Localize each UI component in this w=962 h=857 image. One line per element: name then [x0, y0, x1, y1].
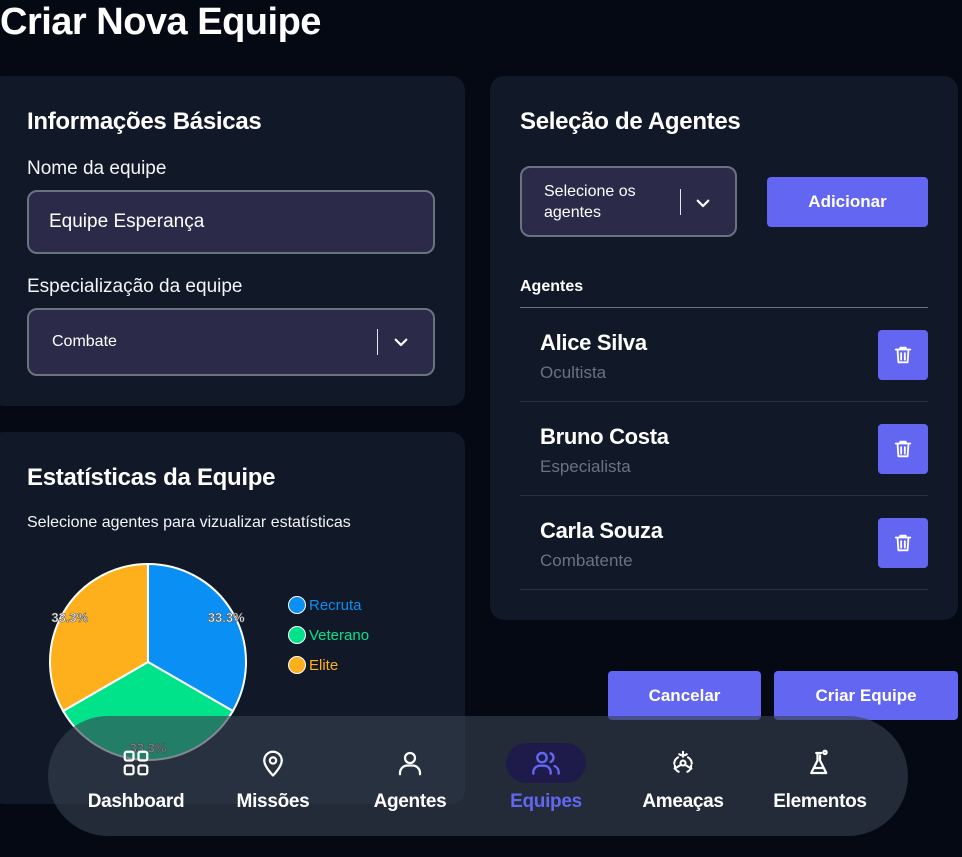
agents-selection-card: Seleção de Agentes Selecione os agentes …: [490, 76, 958, 620]
flask-icon: [810, 749, 828, 775]
agent-name: Bruno Costa: [540, 424, 669, 449]
chevron-down-icon: [394, 338, 408, 347]
nav-label: Elementos: [773, 791, 867, 812]
map-pin-icon: [263, 750, 283, 777]
nav-item-equipes[interactable]: Equipes: [476, 716, 616, 836]
legend-item-elite: Elite: [288, 650, 369, 680]
agent-name: Carla Souza: [540, 518, 663, 543]
legend-swatch: [288, 626, 306, 644]
trash-icon: [894, 534, 912, 552]
agent-role: Ocultista: [540, 363, 607, 382]
nav-item-agentes[interactable]: Agentes: [340, 716, 480, 836]
trash-icon: [894, 346, 912, 364]
stats-subtitle: Selecione agentes para vizualizar estatí…: [27, 514, 351, 531]
agent-row: Carla Souza Combatente: [520, 496, 928, 590]
agent-row: Bruno Costa Especialista: [520, 402, 928, 496]
agent-role: Especialista: [540, 457, 631, 476]
stats-title: Estatísticas da Equipe: [27, 464, 276, 491]
agent-row: Alice Silva Ocultista: [520, 308, 928, 402]
agent-role: Combatente: [540, 551, 633, 570]
legend-swatch: [288, 656, 306, 674]
nav-label: Equipes: [510, 791, 582, 812]
nav-item-missoes[interactable]: Missões: [203, 716, 343, 836]
create-team-button[interactable]: Criar Equipe: [774, 671, 958, 720]
basic-info-card: Informações Básicas Nome da equipe Espec…: [0, 76, 465, 406]
remove-agent-button[interactable]: [878, 424, 928, 474]
agent-name: Alice Silva: [540, 330, 647, 355]
team-name-input[interactable]: [27, 190, 435, 254]
select-separator: [377, 329, 378, 355]
agents-selection-title: Seleção de Agentes: [520, 108, 741, 135]
bottom-navigation: Dashboard Missões Agentes Equipes Ameaça…: [48, 716, 908, 836]
agents-select[interactable]: Selecione os agentes: [520, 166, 737, 237]
nav-item-ameacas[interactable]: Ameaças: [613, 716, 753, 836]
nav-label: Dashboard: [87, 791, 185, 812]
legend-item-veterano: Veterano: [288, 620, 369, 650]
team-spec-value: Combate: [52, 333, 117, 350]
trash-icon: [894, 440, 912, 458]
legend-swatch: [288, 596, 306, 614]
legend-label: Elite: [309, 656, 339, 674]
user-icon: [398, 751, 422, 776]
remove-agent-button[interactable]: [878, 518, 928, 568]
legend-item-recruta: Recruta: [288, 590, 369, 620]
biohazard-icon: [673, 750, 693, 773]
chart-legend: Recruta Veterano Elite: [288, 590, 369, 680]
nav-item-elementos[interactable]: Elementos: [750, 716, 890, 836]
team-spec-label: Especialização da equipe: [27, 276, 243, 297]
nav-label: Missões: [236, 791, 310, 812]
cancel-button[interactable]: Cancelar: [608, 671, 761, 720]
remove-agent-button[interactable]: [878, 330, 928, 380]
select-separator: [680, 189, 681, 215]
pie-slice-label: 33.3%: [51, 610, 88, 625]
agents-list-header: Agentes: [520, 278, 584, 295]
legend-label: Recruta: [309, 596, 362, 614]
nav-item-dashboard[interactable]: Dashboard: [66, 716, 206, 836]
team-name-label: Nome da equipe: [27, 158, 167, 179]
legend-label: Veterano: [309, 626, 370, 644]
pie-slice-label: 33.3%: [208, 610, 245, 625]
grid-icon: [123, 750, 149, 776]
page-title: Criar Nova Equipe: [0, 1, 321, 43]
chevron-down-icon: [696, 199, 710, 208]
agents-select-placeholder: Selecione os agentes: [544, 182, 636, 221]
add-agent-button[interactable]: Adicionar: [767, 177, 928, 227]
nav-label: Agentes: [373, 791, 447, 812]
basic-info-title: Informações Básicas: [27, 108, 262, 135]
team-spec-select[interactable]: Combate: [27, 308, 435, 376]
nav-label: Ameaças: [642, 791, 724, 812]
users-icon: [532, 751, 560, 775]
